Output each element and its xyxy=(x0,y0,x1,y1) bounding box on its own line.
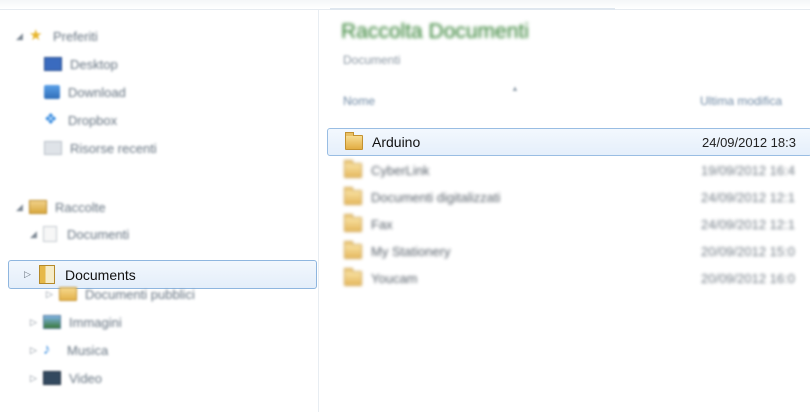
nav-libraries[interactable]: ◢ Raccolte xyxy=(14,195,106,219)
pictures-icon xyxy=(43,315,61,329)
expand-arrow-icon[interactable]: ▷ xyxy=(28,345,39,356)
folder-icon xyxy=(344,213,362,232)
documents-library-icon xyxy=(43,226,57,242)
desktop-icon xyxy=(44,57,62,71)
nav-item-dropbox[interactable]: ❖ Dropbox xyxy=(40,108,117,132)
file-date: 19/09/2012 16:4 xyxy=(701,162,795,178)
file-row-selected[interactable]: Arduino 24/09/2012 18:3 xyxy=(327,128,810,156)
nav-item-documenti[interactable]: ◢ Documenti xyxy=(28,222,129,246)
file-row[interactable]: Youcam 20/09/2012 16:0 xyxy=(327,265,810,291)
content-pane: Raccolta Documenti Documenti ▲ Nome Ulti… xyxy=(319,10,810,412)
file-row[interactable]: My Stationery 20/09/2012 15:0 xyxy=(327,238,810,264)
folder-icon xyxy=(59,287,77,301)
sort-arrow-icon: ▲ xyxy=(511,84,519,93)
download-icon xyxy=(44,85,60,99)
nav-item-label: Risorse recenti xyxy=(70,140,157,156)
column-header-name[interactable]: Nome xyxy=(343,94,375,108)
nav-item-label: Video xyxy=(69,370,103,386)
folder-icon xyxy=(344,159,362,178)
file-name: CyberLink xyxy=(371,162,430,178)
expand-arrow-icon[interactable]: ▷ xyxy=(28,317,39,328)
expand-arrow-icon[interactable]: ◢ xyxy=(14,31,25,42)
nav-libraries-label: Raccolte xyxy=(55,199,106,215)
nav-item-recent[interactable]: Risorse recenti xyxy=(40,136,157,160)
file-name: Youcam xyxy=(371,270,418,286)
nav-item-label: Desktop xyxy=(70,56,118,72)
nav-favorites[interactable]: ◢ ★ Preferiti xyxy=(14,24,98,48)
dropbox-icon: ❖ xyxy=(44,111,58,128)
file-name: My Stationery xyxy=(371,243,451,259)
expand-arrow-icon[interactable]: ◢ xyxy=(28,229,39,240)
nav-item-label: Documenti pubblici xyxy=(85,286,195,302)
nav-favorites-label: Preferiti xyxy=(53,28,98,44)
folder-icon xyxy=(344,240,362,259)
file-row[interactable]: CyberLink 19/09/2012 16:4 xyxy=(327,157,810,183)
nav-item-label: Download xyxy=(68,84,126,100)
nav-item-label: Immagini xyxy=(69,314,122,330)
window-top-edge xyxy=(0,0,810,10)
library-subtitle: Documenti xyxy=(343,53,401,67)
file-date: 24/09/2012 12:1 xyxy=(701,216,795,232)
nav-item-public-docs[interactable]: ▷ Documenti pubblici xyxy=(44,282,195,306)
music-icon: ♪ xyxy=(43,341,51,358)
expand-arrow-icon[interactable]: ▷ xyxy=(28,373,39,384)
file-name: Documenti digitalizzati xyxy=(371,189,501,205)
video-icon xyxy=(43,371,61,385)
expand-arrow-icon[interactable]: ▷ xyxy=(22,269,33,280)
file-name: Arduino xyxy=(372,134,421,150)
nav-item-label: Documents xyxy=(65,266,136,283)
folder-icon xyxy=(344,186,362,205)
libraries-icon xyxy=(29,200,47,214)
nav-item-desktop[interactable]: Desktop xyxy=(40,52,118,76)
folder-icon xyxy=(345,131,363,150)
file-date: 20/09/2012 16:0 xyxy=(701,270,795,286)
nav-item-immagini[interactable]: ▷ Immagini xyxy=(28,310,122,334)
nav-item-download[interactable]: Download xyxy=(40,80,126,104)
expand-arrow-icon[interactable]: ◢ xyxy=(14,202,25,213)
expand-arrow-icon[interactable]: ▷ xyxy=(44,289,55,300)
nav-item-video[interactable]: ▷ Video xyxy=(28,366,102,390)
file-date: 20/09/2012 15:0 xyxy=(701,243,795,259)
navigation-pane[interactable]: ◢ ★ Preferiti Desktop Download ❖ Dropbox… xyxy=(0,10,319,412)
file-name: Fax xyxy=(371,216,393,232)
library-title: Raccolta Documenti xyxy=(341,20,529,43)
column-header-modified[interactable]: Ultima modifica xyxy=(700,94,782,108)
nav-item-label: Documenti xyxy=(67,226,130,242)
nav-item-label: Dropbox xyxy=(68,112,118,128)
file-row[interactable]: Fax 24/09/2012 12:1 xyxy=(327,211,810,237)
nav-item-label: Musica xyxy=(67,342,109,358)
nav-item-musica[interactable]: ▷ ♪ Musica xyxy=(28,338,108,362)
file-date: 24/09/2012 18:3 xyxy=(702,134,796,150)
file-row[interactable]: Documenti digitalizzati 24/09/2012 12:1 xyxy=(327,184,810,210)
favorites-star-icon: ★ xyxy=(29,27,43,44)
recent-places-icon xyxy=(44,141,62,155)
file-date: 24/09/2012 12:1 xyxy=(701,189,795,205)
folder-icon xyxy=(344,267,362,286)
